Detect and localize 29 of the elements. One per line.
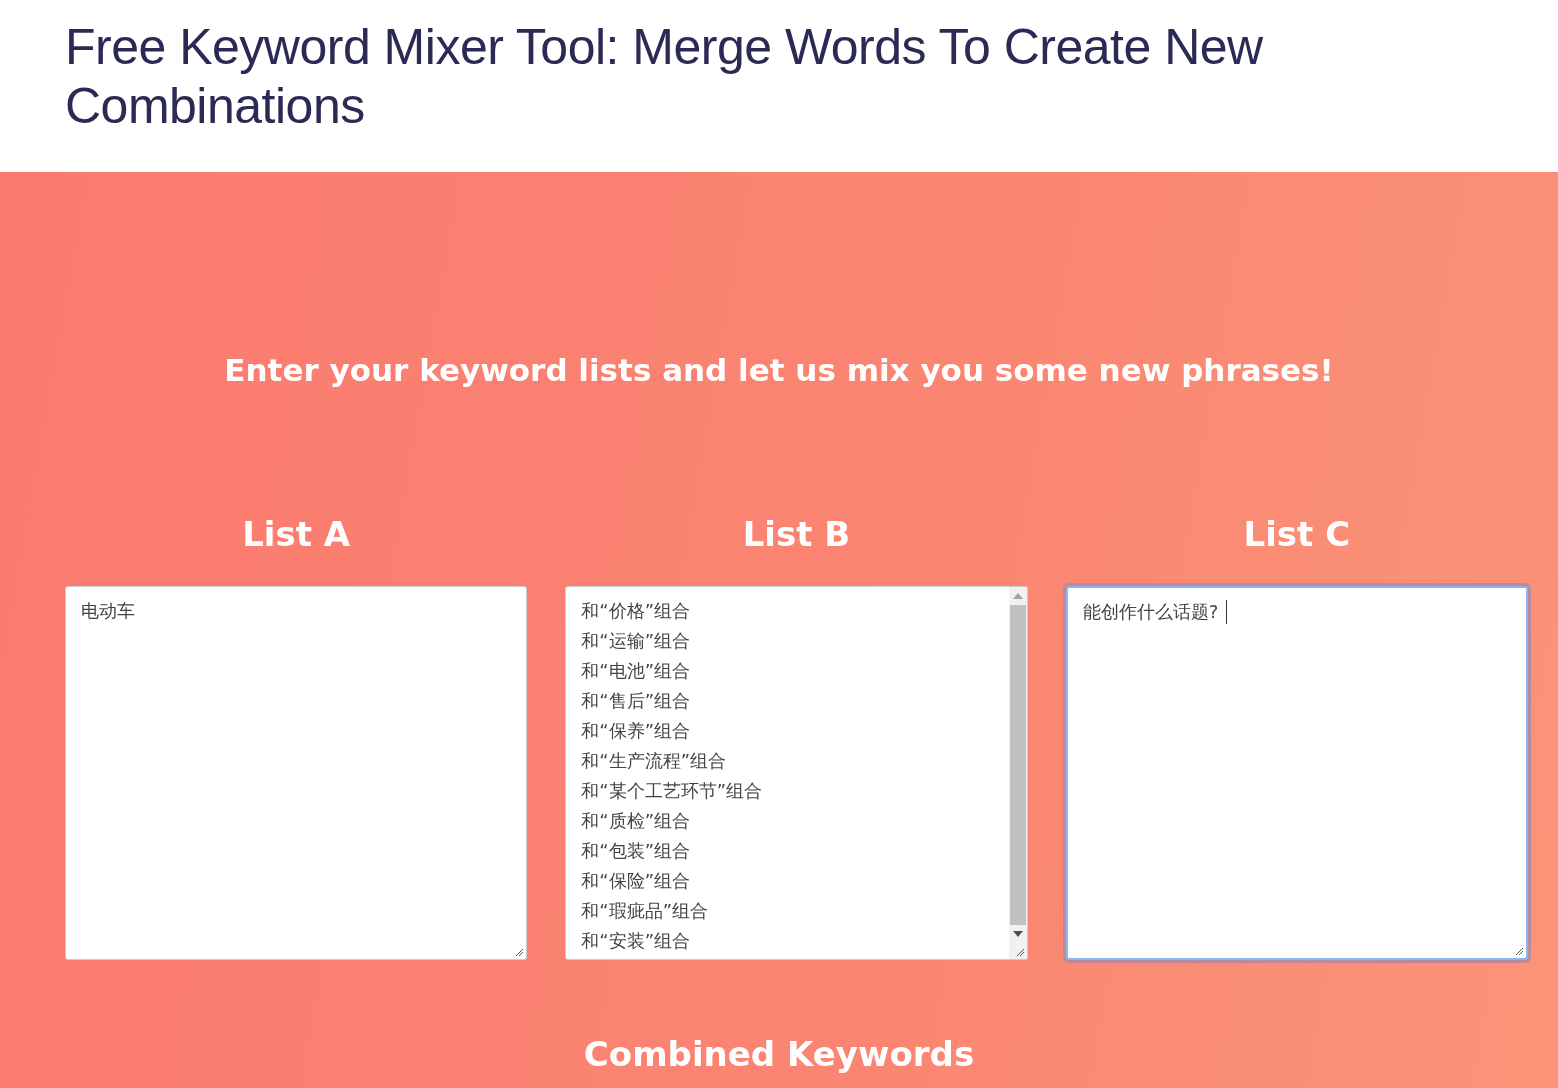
resize-handle-icon[interactable]: [1515, 947, 1523, 955]
keyword-text: 和“售后”组合: [581, 689, 690, 713]
keyword-text: 和“质检”组合: [581, 809, 690, 833]
keyword-text: 和“保养”组合: [581, 719, 690, 743]
list-heading: List A: [241, 513, 352, 556]
scrollbar[interactable]: [1008, 587, 1027, 959]
keyword-text: 和“瑕疵品”组合: [581, 899, 708, 923]
scroll-down-icon[interactable]: [1012, 931, 1023, 937]
keyword-text: 和“生产流程”组合: [581, 749, 726, 773]
keyword-text: 电动车: [81, 599, 135, 623]
keyword-text: 和“价格”组合: [581, 599, 690, 623]
page-title: Free Keyword Mixer Tool: Merge Words To Create New Combinations: [65, 18, 1264, 136]
keyword-text: 和“包装”组合: [581, 839, 690, 863]
list-heading: List B: [741, 513, 852, 556]
section-heading: Combined Keywords: [582, 1033, 976, 1076]
text-cursor: [1226, 600, 1228, 624]
keyword-text: 能创作什么话题?: [1082, 600, 1219, 624]
keyword-text: 和“安装”组合: [581, 929, 690, 953]
resize-handle-icon[interactable]: [515, 948, 524, 956]
keyword-field[interactable]: 和“价格”组合 和“运输”组合 和“电池”组合 和“售后”组合 和“保养”组合 和“生产流程”组合 和“某个工艺环节”组合 和“质检”组合 和“包装”组合 和“保险”组合 和“瑕疵品”组合 和“安装”组合: [565, 586, 1028, 960]
keyword-field[interactable]: 电动车: [65, 586, 528, 960]
list-heading: List C: [1242, 513, 1352, 556]
keyword-text: 和“电池”组合: [581, 659, 690, 683]
resize-handle-icon[interactable]: [1015, 948, 1024, 956]
keyword-field[interactable]: 能创作什么话题?: [1065, 586, 1528, 960]
keyword-text: 和“运输”组合: [581, 629, 690, 653]
keyword-text: 和“某个工艺环节”组合: [581, 779, 762, 803]
headline: Enter your keyword lists and let us mix you some new phrases!: [223, 351, 1335, 390]
keyword-text: 和“保险”组合: [581, 869, 690, 893]
